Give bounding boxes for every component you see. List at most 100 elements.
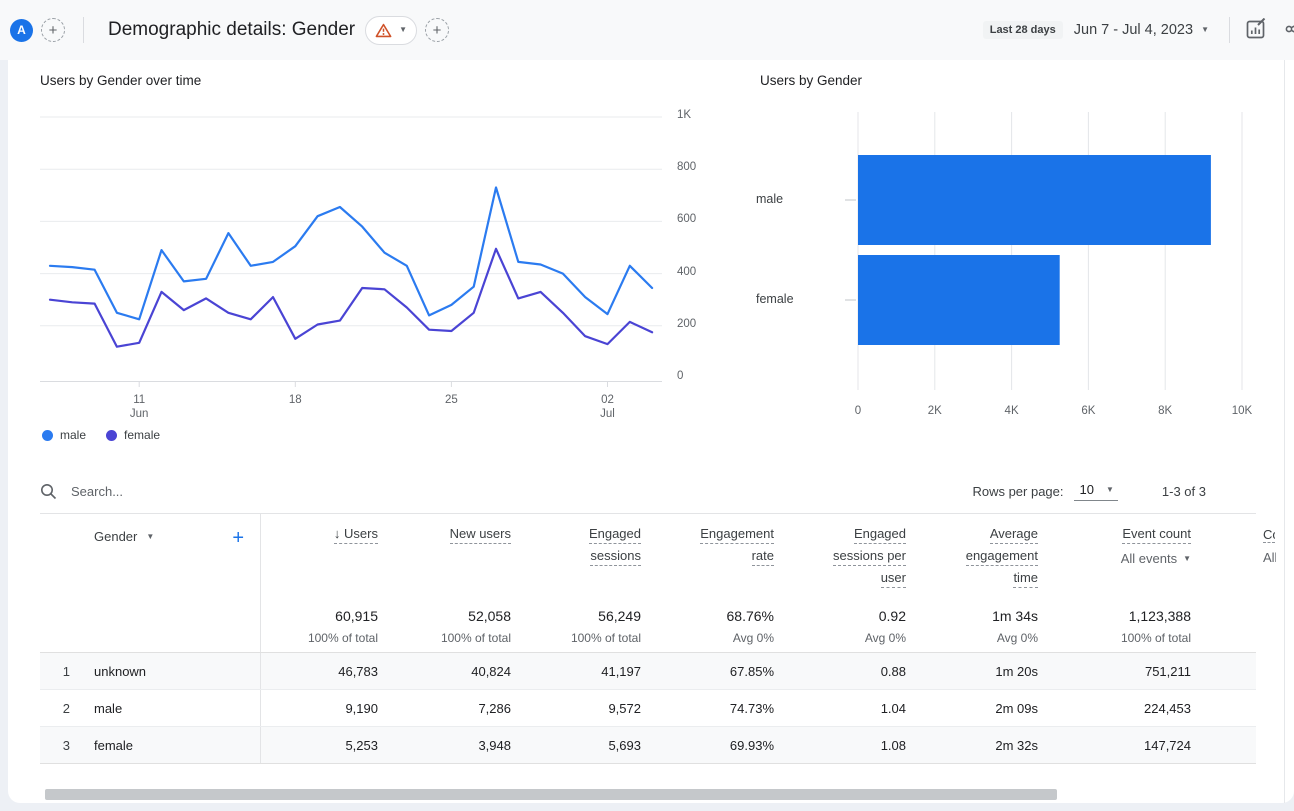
column-header[interactable]: Engagedsessions	[511, 514, 641, 600]
date-range-text: Jun 7 - Jul 4, 2023	[1074, 22, 1193, 38]
totals-cell: 0.92Avg 0%	[774, 600, 906, 652]
metric-value: 0.88	[774, 664, 906, 679]
y-axis-label: 400	[677, 266, 696, 278]
column-header[interactable]: ↓ Users	[261, 514, 378, 600]
line-series-male	[50, 188, 652, 320]
metric-value: 46,783	[261, 664, 378, 679]
metric-value: 5,253	[261, 738, 378, 753]
metric-value: 751,211	[1038, 664, 1191, 679]
app-header: A + Demographic details: Gender ▼ + Last…	[0, 0, 1294, 60]
row-dimension-cell: 3female	[40, 727, 260, 763]
x-axis-label: 2K	[920, 404, 950, 418]
column-header[interactable]: New users	[378, 514, 511, 600]
table-pagination-controls: Rows per page: 10 ▼ 1-3 of 3	[972, 482, 1206, 501]
line-chart	[40, 110, 670, 395]
x-axis-label: 8K	[1150, 404, 1180, 418]
totals-metrics: 60,915100% of total52,058100% of total56…	[260, 600, 1191, 652]
metric-value: 2m 09s	[906, 701, 1038, 716]
add-comparison-button[interactable]: +	[425, 18, 449, 42]
row-dimension-cell: 2male	[40, 690, 260, 726]
dimension-name: Gender	[94, 529, 137, 544]
caret-down-icon: ▼	[399, 26, 407, 34]
bar-female	[858, 255, 1060, 345]
rows-per-page-select[interactable]: 10 ▼	[1074, 482, 1118, 501]
caret-down-icon: ▼	[1106, 486, 1114, 494]
customize-report-button[interactable]	[1245, 18, 1267, 43]
metric-value: 1m 20s	[906, 664, 1038, 679]
table-row: 3female5,2533,9485,69369.93%1.082m 32s14…	[40, 727, 1256, 764]
metric-value: 1.04	[774, 701, 906, 716]
x-axis-label: 02Jul	[593, 393, 623, 421]
y-axis-label: 1K	[677, 109, 691, 121]
totals-cell: 60,915100% of total	[261, 600, 378, 652]
data-quality-button[interactable]: ▼	[365, 16, 417, 45]
metric-value: 3,948	[378, 738, 511, 753]
y-axis-label: 0	[677, 370, 683, 382]
bar-chart	[790, 110, 1290, 410]
plus-icon: +	[433, 22, 442, 39]
x-axis-label: 6K	[1073, 404, 1103, 418]
bar-chart-title: Users by Gender	[760, 73, 862, 88]
row-metrics: 9,1907,2869,57274.73%1.042m 09s224,453	[260, 690, 1191, 726]
x-axis-label: 25	[436, 393, 466, 407]
column-header[interactable]: Engagementrate	[641, 514, 774, 600]
table-row: 2male9,1907,2869,57274.73%1.042m 09s224,…	[40, 690, 1256, 727]
sort-desc-icon: ↓	[334, 526, 344, 541]
metric-filter-select[interactable]: All events▼	[1121, 551, 1191, 566]
metric-value: 9,190	[261, 701, 378, 716]
legend-item: female	[106, 428, 160, 442]
metric-headers: ↓ UsersNew usersEngagedsessionsEngagemen…	[260, 514, 1191, 600]
column-header[interactable]: Event countAll events▼	[1038, 514, 1191, 600]
table-header-row: Gender ▼ + ↓ UsersNew usersEngagedsessio…	[40, 513, 1256, 600]
rows-per-page-value: 10	[1080, 482, 1094, 497]
metric-value: 1.08	[774, 738, 906, 753]
metric-value: 40,824	[378, 664, 511, 679]
metric-value: 147,724	[1038, 738, 1191, 753]
y-axis-label: 200	[677, 318, 696, 330]
metric-value: 67.85%	[641, 664, 774, 679]
caret-down-icon: ▼	[1183, 555, 1191, 563]
date-range-selector[interactable]: Jun 7 - Jul 4, 2023 ▼	[1074, 22, 1209, 38]
x-axis-label: 10K	[1227, 404, 1257, 418]
horizontal-scrollbar-thumb[interactable]	[45, 789, 1057, 800]
report-card: Users by Gender over time 1K800600400200…	[8, 60, 1294, 803]
rows-per-page-label: Rows per page:	[972, 484, 1063, 499]
row-metrics: 5,2533,9485,69369.93%1.082m 32s147,724	[260, 727, 1191, 763]
share-button[interactable]	[1284, 17, 1294, 44]
legend-dot	[42, 430, 53, 441]
add-shortcut-button[interactable]: +	[41, 18, 65, 42]
totals-cell: 1,123,388100% of total	[1038, 600, 1191, 652]
dimension-header-cell: Gender ▼ +	[40, 514, 260, 600]
totals-cell: 68.76%Avg 0%	[641, 600, 774, 652]
line-chart-title: Users by Gender over time	[40, 73, 201, 88]
x-axis-label: 18	[280, 393, 310, 407]
table-body: 1unknown46,78340,82441,19767.85%0.881m 2…	[40, 652, 1256, 764]
metric-value: 41,197	[511, 664, 641, 679]
search-placeholder: Search...	[71, 484, 123, 499]
dimension-select[interactable]: Gender ▼	[94, 529, 154, 544]
y-axis-label: 800	[677, 161, 696, 173]
metric-value: 2m 32s	[906, 738, 1038, 753]
metric-value: 9,572	[511, 701, 641, 716]
pagination-status: 1-3 of 3	[1162, 484, 1206, 499]
plus-icon: +	[49, 22, 58, 39]
column-header[interactable]: Averageengagementtime	[906, 514, 1038, 600]
search-input[interactable]: Search...	[40, 483, 123, 500]
add-column-button[interactable]: +	[232, 529, 244, 547]
table-toolbar: Search... Rows per page: 10 ▼ 1-3 of 3	[40, 470, 1206, 513]
category-label: male	[756, 192, 783, 206]
legend-dot	[106, 430, 117, 441]
legend-item: male	[42, 428, 86, 442]
clipped-column-header: Conversions	[1263, 527, 1275, 543]
table-row: 1unknown46,78340,82441,19767.85%0.881m 2…	[40, 653, 1256, 690]
avatar[interactable]: A	[10, 19, 33, 42]
column-header[interactable]: Engagedsessions peruser	[774, 514, 906, 600]
warning-icon	[375, 23, 392, 38]
metric-value: 5,693	[511, 738, 641, 753]
page-title: Demographic details: Gender	[108, 19, 355, 41]
totals-row: 60,915100% of total52,058100% of total56…	[40, 600, 1256, 652]
category-label: female	[756, 292, 794, 306]
row-dimension-cell: 1unknown	[40, 653, 260, 689]
date-range-label-badge: Last 28 days	[983, 21, 1063, 39]
row-metrics: 46,78340,82441,19767.85%0.881m 20s751,21…	[260, 653, 1191, 689]
